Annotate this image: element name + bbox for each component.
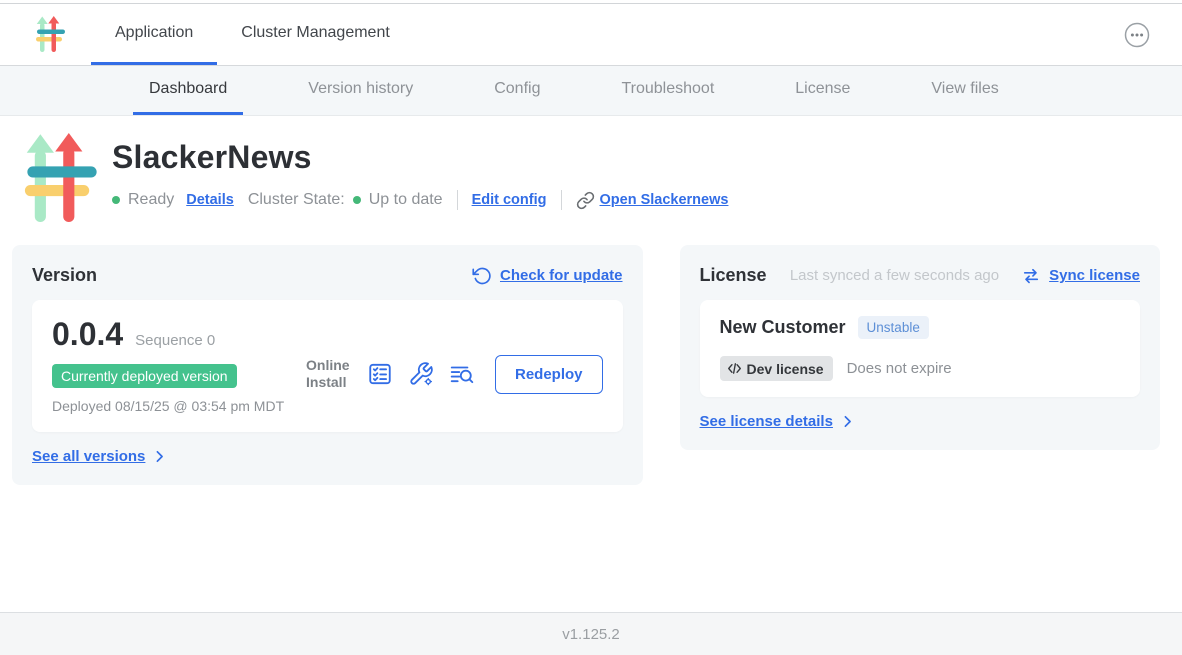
tab-config[interactable]: Config [478, 66, 556, 115]
slackernews-logo-large-icon [24, 133, 100, 227]
check-for-update-link[interactable]: Check for update [500, 267, 623, 284]
see-license-details-link[interactable]: See license details [700, 413, 833, 430]
cluster-state-dot-icon [353, 196, 361, 204]
deployed-badge: Currently deployed version [52, 364, 237, 388]
tab-version-history[interactable]: Version history [292, 66, 429, 115]
license-type-badge: Dev license [720, 356, 833, 381]
deploy-logs-icon[interactable] [449, 361, 475, 387]
tab-view-files[interactable]: View files [915, 66, 1014, 115]
last-synced-text: Last synced a few seconds ago [790, 267, 999, 284]
cluster-state-value: Up to date [369, 191, 443, 209]
license-card: License Last synced a few seconds ago Sy… [680, 245, 1160, 450]
tab-view-files-label: View files [931, 80, 998, 98]
channel-badge: Unstable [858, 316, 929, 339]
edit-config-wrench-icon[interactable] [408, 361, 434, 387]
chevron-right-icon [839, 413, 856, 430]
console-footer: v1.125.2 [0, 612, 1182, 655]
tab-license[interactable]: License [779, 66, 866, 115]
version-card: Version Check for update 0.0.4 Sequence … [12, 245, 643, 485]
app-status-text: Ready [128, 191, 174, 209]
code-icon [726, 360, 743, 377]
tab-troubleshoot-label: Troubleshoot [621, 80, 714, 98]
license-card-title: License [700, 265, 767, 286]
see-all-versions-link[interactable]: See all versions [32, 448, 145, 465]
divider [561, 190, 562, 210]
version-number: 0.0.4 [52, 316, 123, 353]
app-subnav: Dashboard Version history Config Trouble… [0, 66, 1182, 116]
slackernews-logo-icon [36, 15, 66, 55]
tab-cluster-management-label: Cluster Management [241, 24, 390, 42]
chevron-right-icon [151, 448, 168, 465]
tab-cluster-management[interactable]: Cluster Management [217, 4, 414, 65]
app-ready-dot-icon [112, 196, 120, 204]
divider [457, 190, 458, 210]
tab-troubleshoot[interactable]: Troubleshoot [605, 66, 730, 115]
tab-config-label: Config [494, 80, 540, 98]
tab-license-label: License [795, 80, 850, 98]
edit-config-link[interactable]: Edit config [472, 192, 547, 208]
tab-version-history-label: Version history [308, 80, 413, 98]
status-details-link[interactable]: Details [186, 192, 234, 208]
sync-arrows-icon [1021, 266, 1041, 286]
open-app-link-label: Open Slackernews [600, 192, 729, 208]
app-status-row: Ready Details Cluster State: Up to date … [112, 190, 728, 210]
chain-link-icon [576, 191, 595, 210]
preflight-checks-icon[interactable] [367, 361, 393, 387]
check-update-icon [472, 266, 492, 286]
deployed-timestamp: Deployed 08/15/25 @ 03:54 pm MDT [52, 397, 287, 416]
version-card-title: Version [32, 265, 97, 286]
cluster-state-label: Cluster State: [248, 191, 345, 209]
license-expiry: Does not expire [847, 360, 952, 377]
redeploy-button[interactable]: Redeploy [495, 355, 603, 394]
page-title: SlackerNews [112, 139, 728, 176]
open-app-link[interactable]: Open Slackernews [576, 191, 729, 210]
mint-arrow [37, 17, 48, 53]
dashboard-cards: Version Check for update 0.0.4 Sequence … [0, 227, 1182, 485]
current-version-panel: 0.0.4 Sequence 0 Currently deployed vers… [32, 300, 623, 432]
tab-application[interactable]: Application [91, 4, 217, 65]
version-sequence: Sequence 0 [135, 332, 215, 349]
sync-license-link[interactable]: Sync license [1049, 267, 1140, 284]
console-version: v1.125.2 [562, 626, 620, 643]
tab-dashboard-label: Dashboard [149, 80, 227, 98]
install-type-label: Online Install [306, 357, 352, 392]
customer-name: New Customer [720, 317, 846, 338]
license-type-badge-label: Dev license [747, 361, 824, 377]
tab-application-label: Application [115, 24, 193, 42]
app-header: SlackerNews Ready Details Cluster State:… [0, 116, 1182, 227]
more-options-icon[interactable] [1124, 22, 1150, 48]
top-tabs: Application Cluster Management [91, 4, 414, 65]
license-detail-panel: New Customer Unstable Dev license Does n… [700, 300, 1140, 397]
tab-dashboard[interactable]: Dashboard [133, 66, 243, 115]
top-navbar: Application Cluster Management [0, 3, 1182, 66]
